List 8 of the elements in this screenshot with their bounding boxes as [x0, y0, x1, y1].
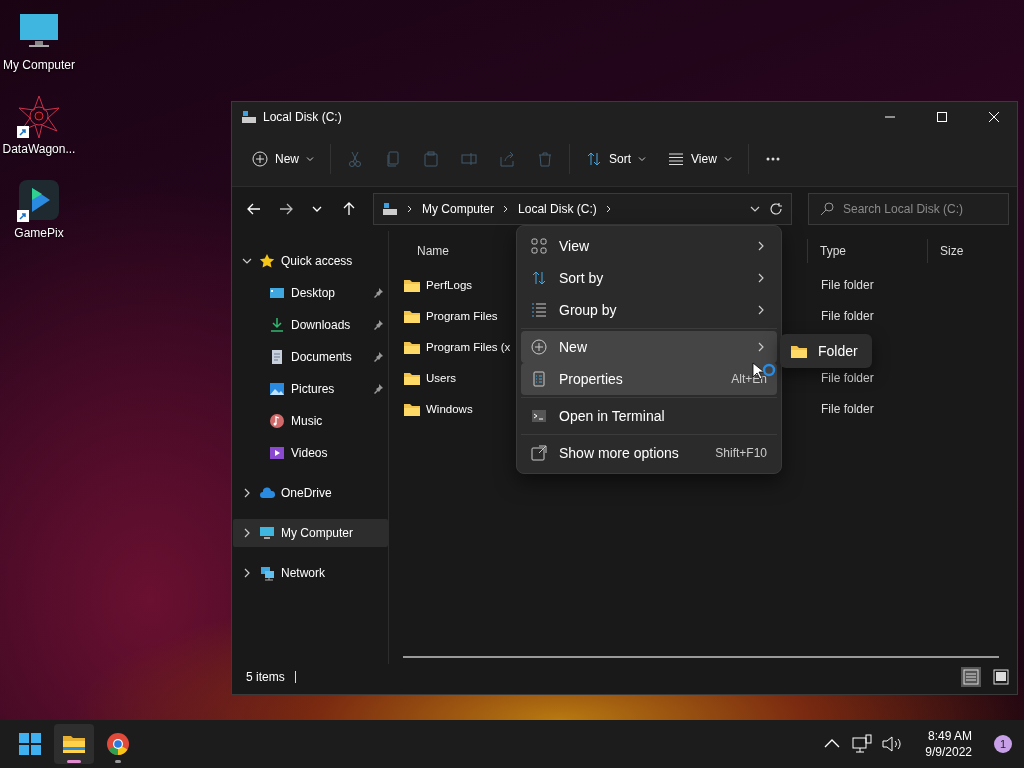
window-title: Local Disk (C:): [263, 110, 343, 124]
table-cell-text: File folder: [820, 277, 875, 292]
shortcut-text: Alt+En: [731, 372, 767, 386]
table-cell-text: File folder: [820, 308, 875, 323]
table-cell-text: File folder: [820, 370, 875, 385]
table-cell-text: File folder: [820, 401, 875, 416]
item-count: 5 items: [246, 670, 285, 684]
shortcut-text: Shift+F10: [715, 446, 767, 460]
